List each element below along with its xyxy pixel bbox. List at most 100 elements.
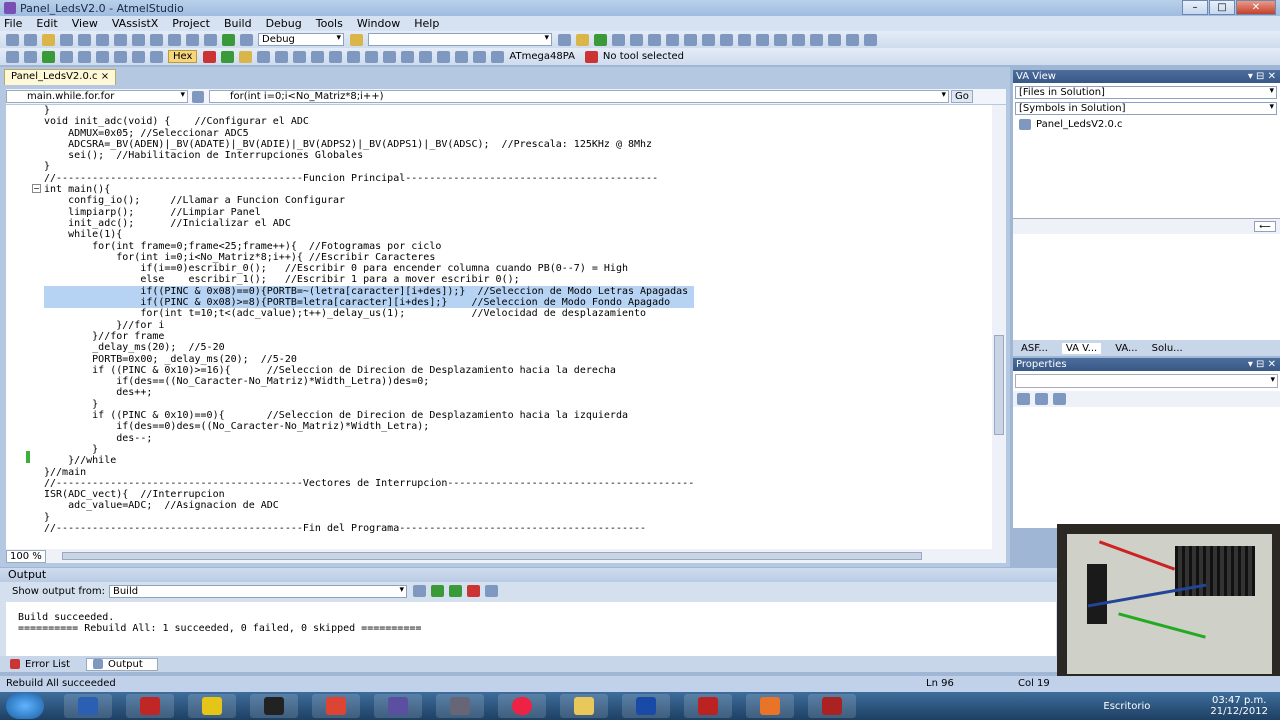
layout-icon-2[interactable] [383,50,397,63]
step-into-icon[interactable] [78,50,91,63]
layout-icon-5[interactable] [437,50,451,63]
code-line[interactable]: ISR(ADC_vect){ //Interrupcion [44,489,694,500]
continue-icon[interactable] [42,50,55,63]
step-out-icon[interactable] [114,50,127,63]
bookmark-icon[interactable] [150,50,163,63]
start-without-debugging-icon[interactable] [240,33,253,46]
menu-build[interactable]: Build [224,17,252,30]
window-icon-5[interactable] [828,33,841,46]
menu-tools[interactable]: Tools [316,17,343,30]
taskbar-app-7[interactable] [436,694,484,718]
menu-project[interactable]: Project [172,17,210,30]
taskbar-app-4[interactable] [250,694,298,718]
minimize-button[interactable]: – [1182,0,1208,15]
window-icon-2[interactable] [774,33,787,46]
symbols-dropdown[interactable]: [Symbols in Solution] [1015,102,1277,115]
pause-icon[interactable] [60,50,73,63]
scope-dropdown[interactable]: main.while.for.for [6,90,188,103]
copy-icon[interactable] [114,33,127,46]
new-project-icon[interactable] [6,33,19,46]
navigate-back-icon[interactable] [186,33,199,46]
layout-icon-6[interactable] [455,50,469,63]
taskbar-explorer[interactable] [560,694,608,718]
word-wrap-icon[interactable] [484,585,498,597]
code-line[interactable]: }//for i [44,320,694,331]
window-icon-4[interactable] [810,33,823,46]
indent-icon[interactable] [684,33,697,46]
build-icon-1[interactable] [221,50,235,63]
code-line[interactable]: if((PINC & 0x08)==0){PORTB=~(letra[carac… [44,285,695,298]
cut-icon[interactable] [96,33,109,46]
taskbar-app-13[interactable] [808,694,856,718]
zoom-select[interactable]: 100 % [6,549,46,563]
undo-icon[interactable] [150,33,163,46]
code-line[interactable]: }//main [44,467,694,478]
toolbar-icon-6[interactable] [648,33,661,46]
files-dropdown[interactable]: [Files in Solution] [1015,86,1277,99]
start-debugging-icon[interactable] [222,33,235,46]
menu-file[interactable]: File [4,17,22,30]
code-line[interactable]: ADCSRA=_BV(ADEN)|_BV(ADATE)|_BV(ADIE)|_B… [44,139,694,150]
toolbar-icon-5[interactable] [630,33,643,46]
maximize-button[interactable]: □ [1209,0,1235,15]
build-icon-5[interactable] [293,50,307,63]
tab-solution[interactable]: Solu... [1152,343,1183,354]
paste-icon[interactable] [132,33,145,46]
code-line[interactable]: init_adc(); //Inicializar el ADC [44,218,694,229]
taskbar-app-5[interactable] [312,694,360,718]
code-line[interactable]: while(1){ [44,229,694,240]
toolbar-icon-3[interactable] [594,33,607,46]
code-line[interactable]: ADMUX=0x05; //Seleccionar ADC5 [44,128,694,139]
start-button[interactable] [6,693,44,719]
menu-help[interactable]: Help [414,17,439,30]
tab-va-view[interactable]: VA V... [1061,342,1102,354]
code-line[interactable]: }//for frame [44,331,694,342]
find-message-icon[interactable] [412,585,426,597]
horizontal-scrollbar[interactable] [61,552,922,560]
code-line[interactable]: PORTB=0x00; _delay_ms(20); //5-20 [44,354,694,365]
code-line[interactable]: } [44,105,694,116]
toolbar-icon-4[interactable] [612,33,625,46]
configuration-select[interactable]: Debug [258,33,344,46]
window-icon-3[interactable] [792,33,805,46]
code-line[interactable]: limpiarp(); //Limpiar Panel [44,207,694,218]
platform-icon[interactable] [350,33,363,46]
outdent-icon[interactable] [702,33,715,46]
va-search-button[interactable]: ⟵ [1254,221,1276,232]
toolbar-icon-2[interactable] [576,33,589,46]
chip-icon[interactable] [491,50,505,63]
taskbar-app-11[interactable] [684,694,732,718]
menu-debug[interactable]: Debug [266,17,302,30]
redo-icon[interactable] [168,33,181,46]
build-icon-4[interactable] [275,50,289,63]
code-line[interactable]: else escribir_1(); //Escribir 1 para a m… [44,274,694,285]
desktop-toolbar-label[interactable]: Escritorio [1103,701,1150,712]
menu-view[interactable]: View [72,17,98,30]
close-button[interactable]: ✕ [1236,0,1276,15]
save-icon[interactable] [60,33,73,46]
clock[interactable]: 03:47 p.m. 21/12/2012 [1210,695,1268,717]
code-line[interactable]: void init_adc(void) { //Configurar el AD… [44,116,694,127]
code-line[interactable]: if(des==((No_Caracter-No_Matriz)*Width_L… [44,376,694,387]
run-to-cursor-icon[interactable] [132,50,145,63]
open-folder-icon[interactable] [42,33,55,46]
code-line[interactable]: _delay_ms(20); //5-20 [44,342,694,353]
code-line[interactable]: for(int frame=0;frame<25;frame++){ //Fot… [44,241,694,252]
uncomment-icon[interactable] [738,33,751,46]
menu-window[interactable]: Window [357,17,400,30]
build-icon-6[interactable] [311,50,325,63]
toolbar-icon-1[interactable] [558,33,571,46]
code-line[interactable]: sei(); //Habilitacion de Interrupciones … [44,150,694,161]
new-file-icon[interactable] [24,33,37,46]
code-line[interactable]: for(int i=0;i<No_Matriz*8;i++){ //Escrib… [44,252,694,263]
code-line[interactable]: //--------------------------------------… [44,523,694,534]
clear-all-icon[interactable] [466,585,480,597]
window-icon-6[interactable] [846,33,859,46]
taskbar-app-3[interactable] [188,694,236,718]
code-line[interactable]: for(int t=10;t<(adc_value);t++)_delay_us… [44,308,694,319]
taskbar-app-6[interactable] [374,694,422,718]
breakpoint-icon[interactable] [203,50,217,63]
properties-object-select[interactable] [1015,374,1278,388]
member-dropdown[interactable]: for(int i=0;i<No_Matriz*8;i++) [209,90,949,103]
editor-vertical-scrollbar[interactable] [992,105,1006,549]
